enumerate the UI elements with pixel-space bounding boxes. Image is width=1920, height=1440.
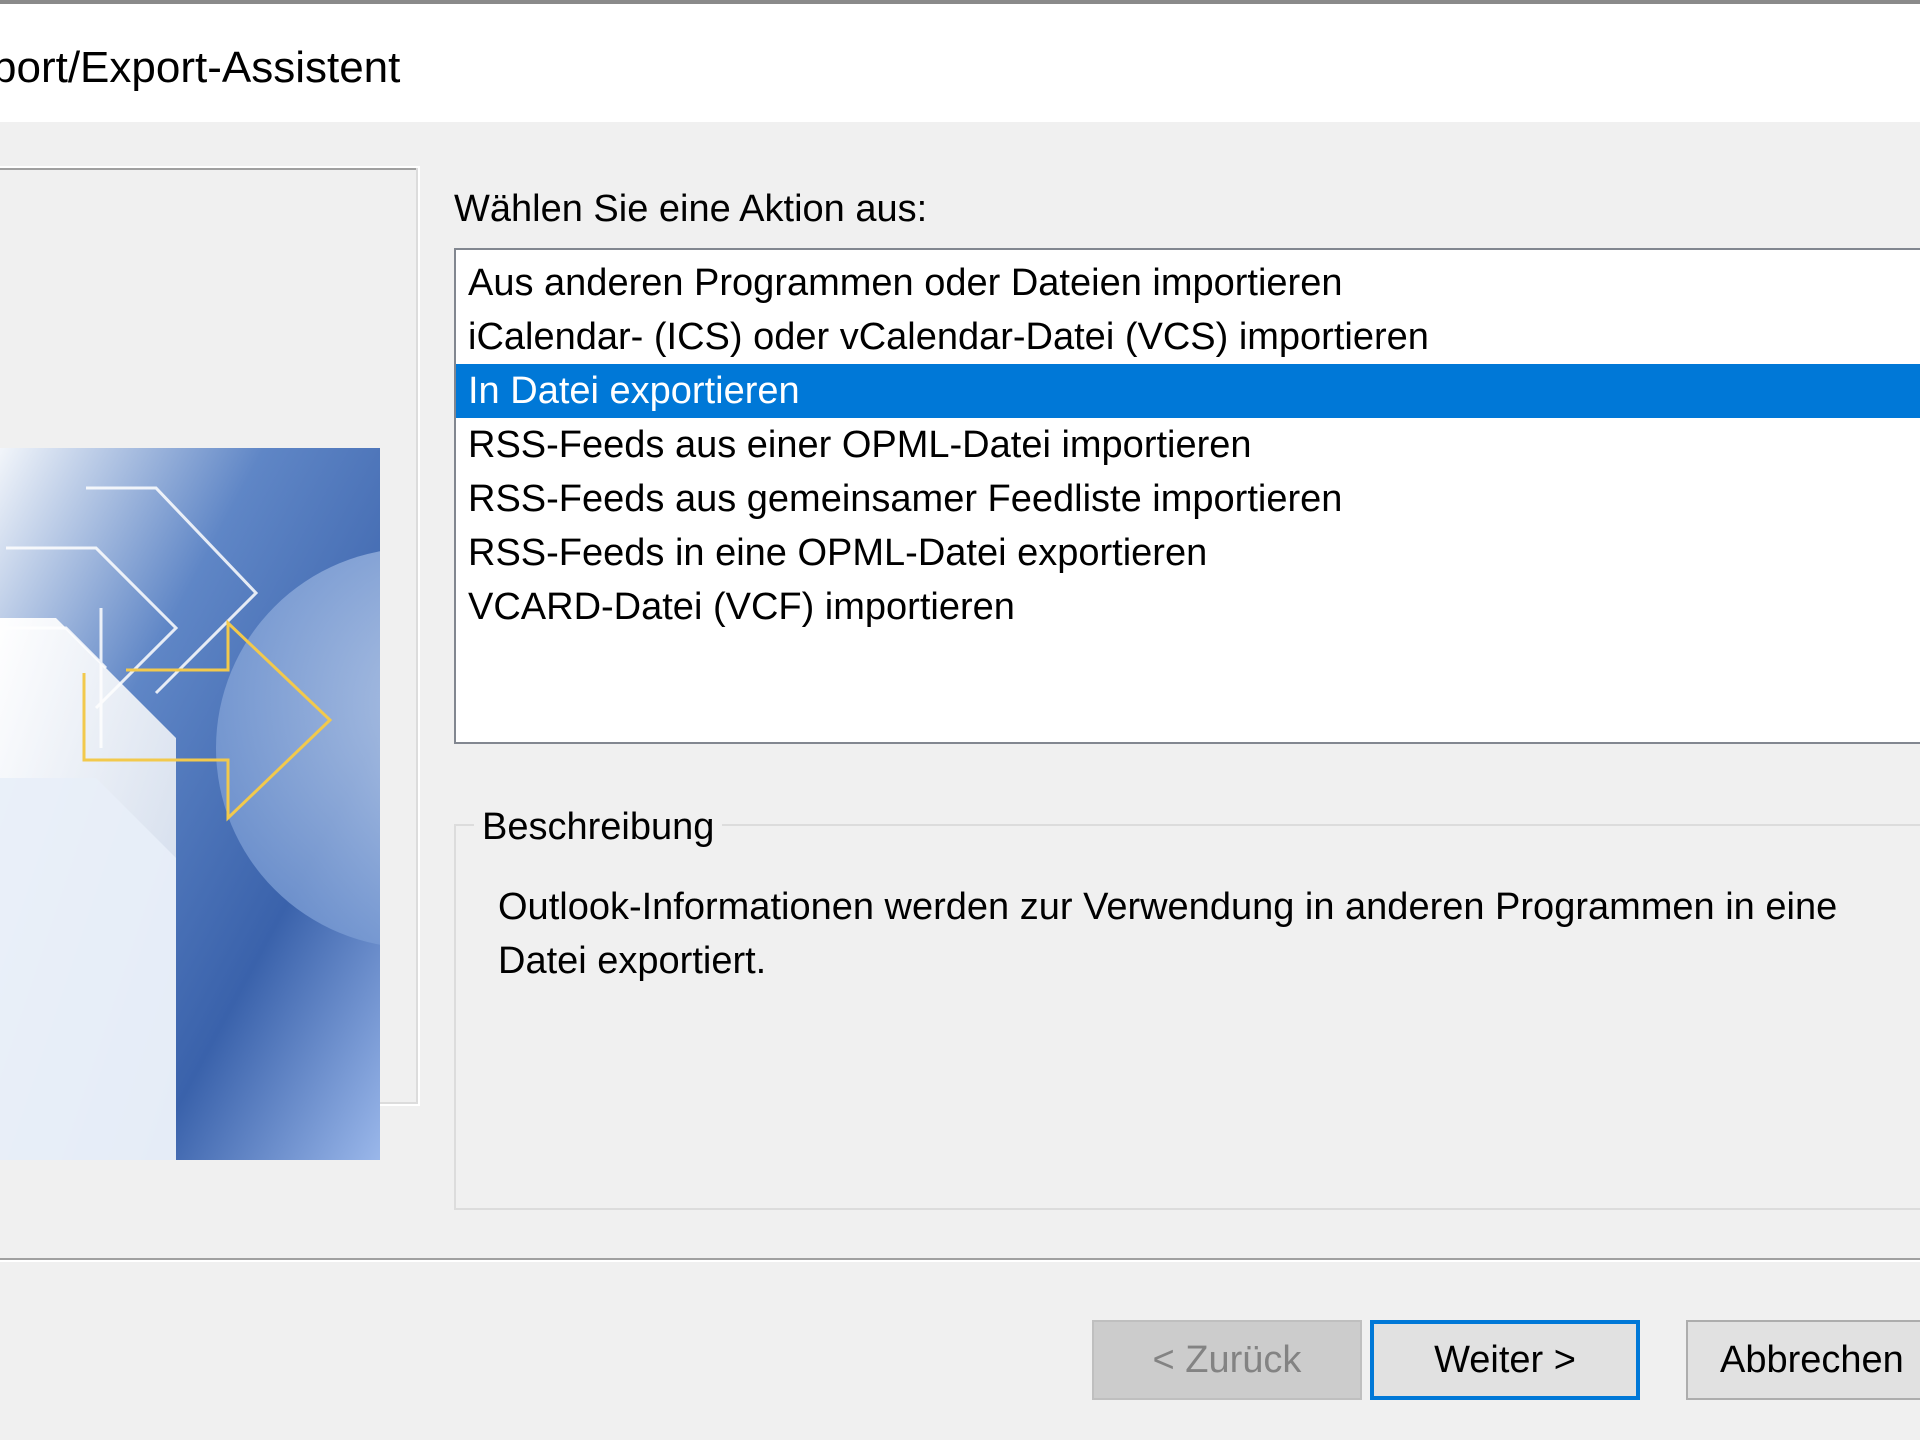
list-item[interactable]: iCalendar- (ICS) oder vCalendar-Datei (V… xyxy=(456,310,1920,364)
list-item[interactable]: VCARD-Datei (VCF) importieren xyxy=(456,580,1920,634)
description-legend: Beschreibung xyxy=(474,802,723,852)
title-bar[interactable]: port/Export-Assistent xyxy=(0,4,1920,122)
import-export-wizard-window: port/Export-Assistent Wählen Sie eine Ak… xyxy=(0,0,1920,1440)
wizard-graphic-image xyxy=(0,448,380,1160)
window-title: port/Export-Assistent xyxy=(0,43,401,92)
next-button[interactable]: Weiter > xyxy=(1370,1320,1640,1400)
action-listbox[interactable]: Aus anderen Programmen oder Dateien impo… xyxy=(454,248,1920,744)
action-prompt-label: Wählen Sie eine Aktion aus: xyxy=(454,188,928,230)
button-separator xyxy=(0,1258,1920,1260)
wizard-image-panel xyxy=(0,166,420,1160)
list-item[interactable]: Aus anderen Programmen oder Dateien impo… xyxy=(456,256,1920,310)
list-item[interactable]: RSS-Feeds aus gemeinsamer Feedliste impo… xyxy=(456,472,1920,526)
list-item[interactable]: RSS-Feeds in eine OPML-Datei exportieren xyxy=(456,526,1920,580)
cancel-button[interactable]: Abbrechen xyxy=(1686,1320,1920,1400)
back-button[interactable]: < Zurück xyxy=(1092,1320,1362,1400)
list-item[interactable]: RSS-Feeds aus einer OPML-Datei importier… xyxy=(456,418,1920,472)
list-item-selected[interactable]: In Datei exportieren xyxy=(456,364,1920,418)
description-text: Outlook-Informationen werden zur Verwend… xyxy=(498,886,1838,982)
